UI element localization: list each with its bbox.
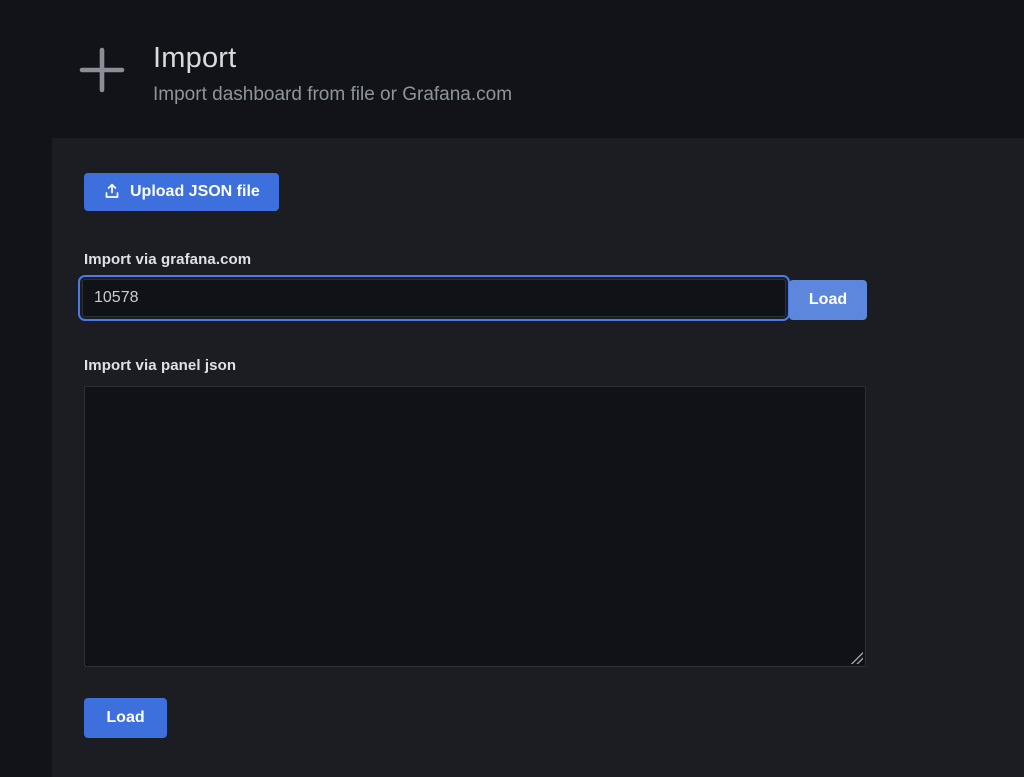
upload-json-button-label: Upload JSON file <box>130 183 260 201</box>
plus-icon <box>77 45 127 95</box>
gcom-load-button[interactable]: Load <box>789 280 867 320</box>
upload-icon <box>103 182 121 200</box>
upload-json-button[interactable]: Upload JSON file <box>84 173 279 211</box>
page-subtitle: Import dashboard from file or Grafana.co… <box>153 84 512 106</box>
panel-json-textarea[interactable] <box>84 386 866 667</box>
gcom-input-focus-ring <box>78 275 790 321</box>
gcom-id-input[interactable] <box>82 279 786 317</box>
gcom-field-label: Import via grafana.com <box>84 251 251 268</box>
panel-json-load-button[interactable]: Load <box>84 698 167 738</box>
panel-json-field-label: Import via panel json <box>84 357 236 374</box>
page-title: Import <box>153 42 236 75</box>
import-panel: Upload JSON file Import via grafana.com … <box>52 138 1024 777</box>
page-header: Import Import dashboard from file or Gra… <box>0 0 1024 138</box>
